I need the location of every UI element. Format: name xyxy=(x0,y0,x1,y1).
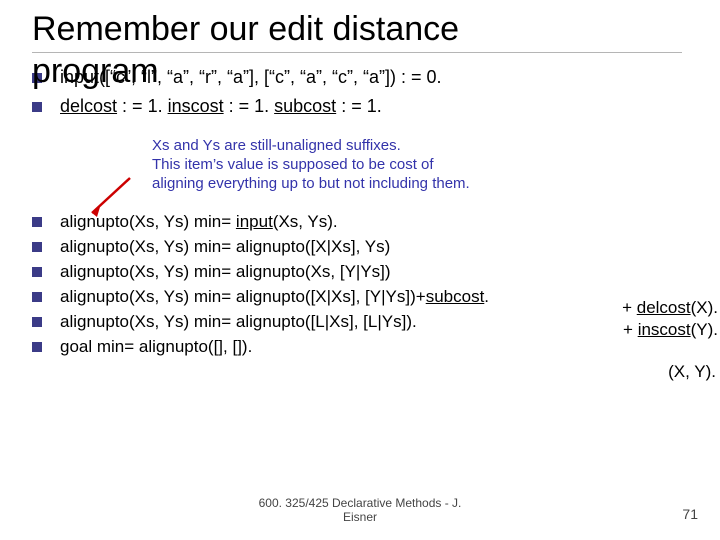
annotation-line2: This item’s value is supposed to be cost… xyxy=(152,156,622,175)
bullet-icon xyxy=(32,292,42,302)
slide-title-line2: program xyxy=(32,52,159,91)
rule-text: alignupto(Xs, Ys) min= alignupto(Xs, [Y|… xyxy=(60,262,391,282)
inscost-label: inscost xyxy=(168,96,224,116)
text: : = 1. xyxy=(336,96,382,116)
footer-line1: 600. 325/425 Declarative Methods - J. xyxy=(0,496,720,510)
bullet-icon xyxy=(32,102,42,112)
rule-text: alignupto(Xs, Ys) min= alignupto([X|Xs],… xyxy=(60,287,489,307)
slide-title-line1: Remember our edit distance xyxy=(32,10,700,48)
rule-row: alignupto(Xs, Ys) min= alignupto([X|Xs],… xyxy=(32,286,700,307)
bullet-icon xyxy=(32,267,42,277)
annotation-line1: Xs and Ys are still-unaligned suffixes. xyxy=(152,137,622,156)
rule-row: alignupto(Xs, Ys) min= alignupto([X|Xs],… xyxy=(32,236,700,257)
rule-row: goal min= alignupto([], []). xyxy=(32,336,700,357)
slide-footer: 600. 325/425 Declarative Methods - J. Ei… xyxy=(0,496,720,524)
costs-row: delcost : = 1. inscost : = 1. subcost : … xyxy=(32,96,700,117)
annotation-line3: aligning everything up to but not includ… xyxy=(152,175,622,194)
rule-text: alignupto(Xs, Ys) min= alignupto([L|Xs],… xyxy=(60,312,417,332)
rule-text: alignupto(Xs, Ys) min= input(Xs, Ys). xyxy=(60,212,338,232)
delcost-label: delcost xyxy=(60,96,117,116)
plus-delcost: + delcost(X). xyxy=(622,298,718,318)
subcost-label: subcost xyxy=(274,96,336,116)
text: : = 1. xyxy=(224,96,275,116)
rule-row: alignupto(Xs, Ys) min= alignupto(Xs, [Y|… xyxy=(32,261,700,282)
rule-row: alignupto(Xs, Ys) min= alignupto([L|Xs],… xyxy=(32,311,700,332)
bullet-icon xyxy=(32,217,42,227)
annotation-box: Xs and Ys are still-unaligned suffixes. … xyxy=(152,137,622,193)
rule-row: alignupto(Xs, Ys) min= input(Xs, Ys). xyxy=(32,211,700,232)
bullet-icon xyxy=(32,317,42,327)
plus-inscost: + inscost(Y). xyxy=(623,320,718,340)
bullet-icon xyxy=(32,342,42,352)
page-number: 71 xyxy=(682,506,698,522)
rule-text: alignupto(Xs, Ys) min= alignupto([X|Xs],… xyxy=(60,237,390,257)
bullet-icon xyxy=(32,242,42,252)
rules-block: alignupto(Xs, Ys) min= input(Xs, Ys). al… xyxy=(32,211,700,357)
costs-text: delcost : = 1. inscost : = 1. subcost : … xyxy=(60,96,382,117)
footer-line2: Eisner xyxy=(0,510,720,524)
text: : = 1. xyxy=(117,96,168,116)
rule-text: goal min= alignupto([], []). xyxy=(60,337,252,357)
subcost-args: (X, Y). xyxy=(668,362,716,382)
